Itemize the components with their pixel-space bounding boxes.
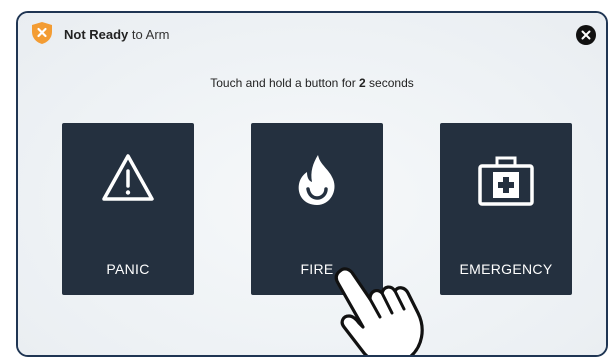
instruction-text: Touch and hold a button for 2 seconds [18, 76, 606, 90]
emergency-button-label: EMERGENCY [459, 261, 553, 277]
arm-status-bold: Not Ready [64, 27, 129, 42]
close-icon [581, 30, 591, 40]
pointing-hand-icon [334, 267, 424, 355]
fire-icon [298, 155, 335, 205]
alarm-panel-dialog: Not Ready to Arm Touch and hold a button… [16, 11, 608, 357]
emergency-button[interactable]: EMERGENCY [440, 123, 572, 295]
instruction-suffix: seconds [365, 76, 414, 90]
arm-status-title: Not Ready to Arm [64, 27, 169, 42]
arm-status-rest: to Arm [128, 27, 170, 42]
shield-x-icon [32, 22, 52, 44]
close-button[interactable] [576, 25, 596, 45]
instruction-seconds: 2 [359, 76, 366, 90]
instruction-prefix: Touch and hold a button for [210, 76, 360, 90]
panic-button[interactable]: PANIC [62, 123, 194, 295]
first-aid-kit-icon [478, 156, 534, 206]
panic-button-label: PANIC [106, 261, 150, 277]
dialog-header: Not Ready to Arm [18, 13, 606, 53]
warning-icon [102, 154, 154, 201]
